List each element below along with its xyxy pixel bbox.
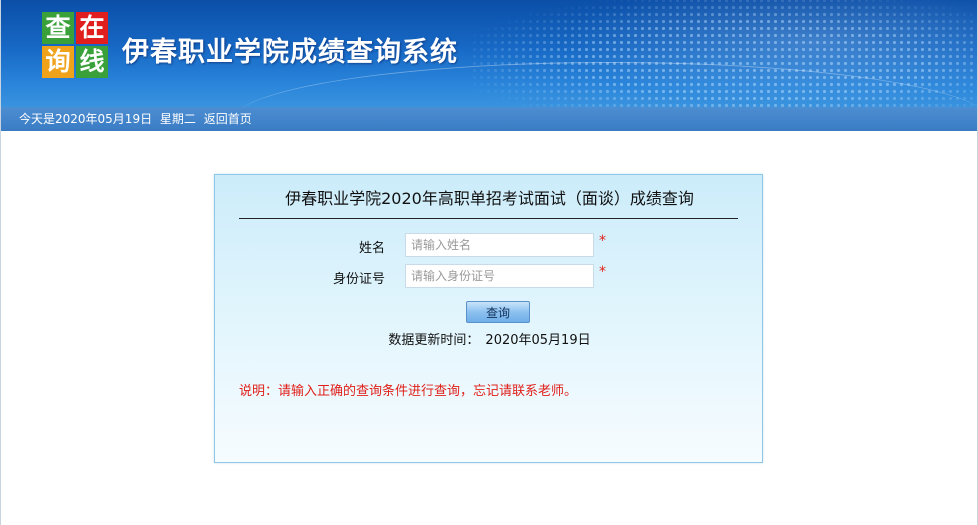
system-title: 伊春职业学院成绩查询系统	[122, 37, 458, 68]
query-title: 伊春职业学院2020年高职单招考试面试（面谈）成绩查询	[285, 189, 694, 208]
home-link[interactable]: 返回首页	[204, 112, 252, 126]
update-label: 数据更新时间：	[388, 333, 480, 348]
logo-tile-zai: 在	[76, 12, 108, 44]
logo-tile-cha: 查	[42, 12, 74, 44]
header-banner: 查 在 询 线 伊春职业学院成绩查询系统	[1, 0, 977, 107]
info-bar: 今天是2020年05月19日 星期二 返回首页	[1, 107, 977, 131]
id-number-input[interactable]	[405, 264, 594, 288]
today-date: 今天是2020年05月19日	[19, 112, 153, 126]
page: 查 在 询 线 伊春职业学院成绩查询系统 今天是2020年05月19日 星期二 …	[0, 0, 978, 525]
name-required-mark: *	[599, 233, 606, 249]
logo-tile-xian: 线	[76, 46, 108, 78]
name-label: 姓名	[358, 241, 385, 256]
query-card: 伊春职业学院2020年高职单招考试面试（面谈）成绩查询 姓名 * 身份证号 * …	[214, 174, 763, 463]
logo-tile-xun: 询	[42, 46, 74, 78]
data-update-time: 数据更新时间： 2020年05月19日	[215, 329, 764, 348]
site-logo: 查 在 询 线	[42, 12, 108, 78]
query-button[interactable]: 查询	[466, 301, 530, 323]
update-date: 2020年05月19日	[485, 333, 591, 348]
name-input[interactable]	[405, 233, 594, 257]
today-weekday: 星期二	[159, 112, 196, 126]
instruction-note: 说明：请输入正确的查询条件进行查询，忘记请联系老师。	[239, 384, 578, 399]
id-required-mark: *	[599, 264, 606, 280]
id-label: 身份证号	[332, 272, 385, 287]
title-divider	[239, 218, 738, 219]
